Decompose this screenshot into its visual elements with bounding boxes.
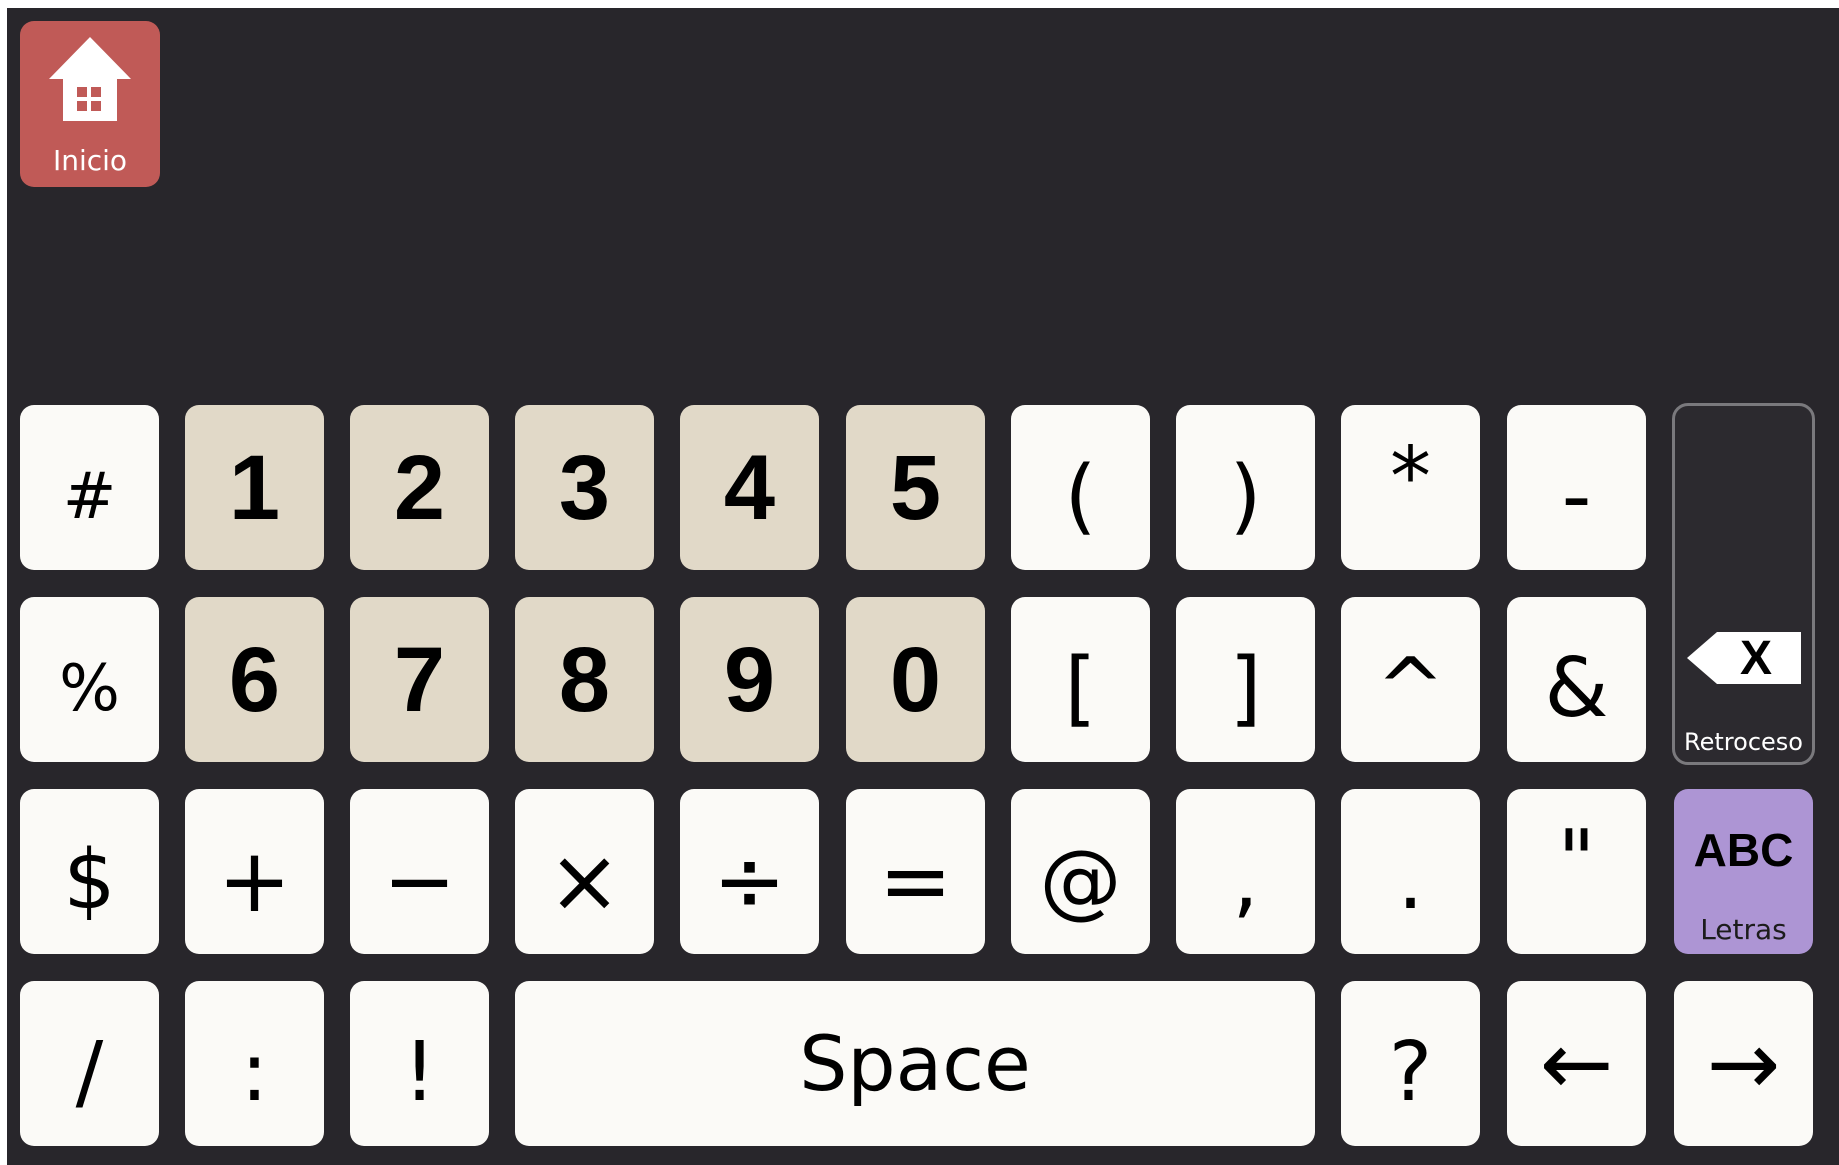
letters-abc-text: ABC [1693,824,1794,876]
key-6[interactable]: 6 [185,597,324,762]
key-4[interactable]: 4 [680,405,819,570]
key-close-paren[interactable]: ) [1176,405,1315,570]
key-3[interactable]: 3 [515,405,654,570]
space-key[interactable]: Space [515,981,1315,1146]
key-8[interactable]: 8 [515,597,654,762]
key-label: - [1561,448,1592,544]
key-label: , [1232,832,1259,928]
key-asterisk[interactable]: * [1341,405,1480,570]
key-label: [ [1064,640,1097,736]
key-0[interactable]: 0 [846,597,985,762]
key-label: " [1557,812,1596,908]
letters-label: Letras [1700,913,1787,946]
key-label: ] [1229,640,1262,736]
arrow-left-key[interactable]: ← [1507,981,1646,1146]
key-label: 4 [723,436,776,539]
key-label: / [75,1024,104,1120]
key-caret[interactable]: ^ [1341,597,1480,762]
key-period[interactable]: . [1341,789,1480,954]
svg-text:X: X [1740,632,1772,685]
key-open-paren[interactable]: ( [1011,405,1150,570]
arrow-right-key[interactable]: → [1674,981,1813,1146]
key-question[interactable]: ? [1341,981,1480,1146]
key-quote[interactable]: " [1507,789,1646,954]
key-comma[interactable]: , [1176,789,1315,954]
key-label: # [62,459,117,534]
key-exclamation[interactable]: ! [350,981,489,1146]
key-label: : [240,1024,269,1120]
arrow-left-icon: ← [1539,1011,1614,1115]
key-1[interactable]: 1 [185,405,324,570]
key-ampersand[interactable]: & [1507,597,1646,762]
key-7[interactable]: 7 [350,597,489,762]
key-label: 6 [228,628,281,731]
key-label: ^ [1376,640,1445,736]
home-label: Inicio [52,144,128,177]
key-label: @ [1039,832,1122,928]
key-label: 8 [558,628,611,731]
key-open-bracket[interactable]: [ [1011,597,1150,762]
key-label: 3 [558,436,611,539]
key-plus[interactable]: + [185,789,324,954]
key-label: % [59,651,120,726]
key-label: ! [403,1024,436,1120]
key-label: Space [799,1018,1031,1108]
key-label: ) [1229,448,1262,544]
key-label: ? [1388,1024,1433,1120]
key-label: 5 [889,436,942,539]
key-5[interactable]: 5 [846,405,985,570]
key-hash[interactable]: # [20,405,159,570]
key-at[interactable]: @ [1011,789,1150,954]
key-label: . [1397,832,1424,928]
key-close-bracket[interactable]: ] [1176,597,1315,762]
key-label: $ [63,832,116,928]
key-divide[interactable]: ÷ [680,789,819,954]
backspace-label: Retroceso [1684,728,1803,756]
key-label: × [547,828,622,932]
key-label: 7 [393,628,446,731]
backspace-button[interactable]: X Retroceso [1672,403,1815,765]
key-label: 2 [393,436,446,539]
home-icon [49,37,131,121]
key-percent[interactable]: % [20,597,159,762]
key-label: & [1544,640,1609,736]
key-label: − [382,828,457,932]
key-minus[interactable]: − [350,789,489,954]
key-label: 1 [228,436,281,539]
backspace-icon: X [1687,632,1801,685]
arrow-right-icon: → [1706,1011,1781,1115]
key-label: ÷ [712,828,787,932]
home-button[interactable]: Inicio [20,21,160,187]
key-label: 9 [723,628,776,731]
key-label: * [1390,429,1431,525]
key-multiply[interactable]: × [515,789,654,954]
key-hyphen[interactable]: - [1507,405,1646,570]
key-dollar[interactable]: $ [20,789,159,954]
key-label: + [217,828,292,932]
key-colon[interactable]: : [185,981,324,1146]
key-label: = [878,828,953,932]
key-label: 0 [889,628,942,731]
key-9[interactable]: 9 [680,597,819,762]
letters-button[interactable]: ABC Letras [1674,789,1813,954]
key-2[interactable]: 2 [350,405,489,570]
key-label: ( [1064,448,1097,544]
key-equals[interactable]: = [846,789,985,954]
key-slash[interactable]: / [20,981,159,1146]
